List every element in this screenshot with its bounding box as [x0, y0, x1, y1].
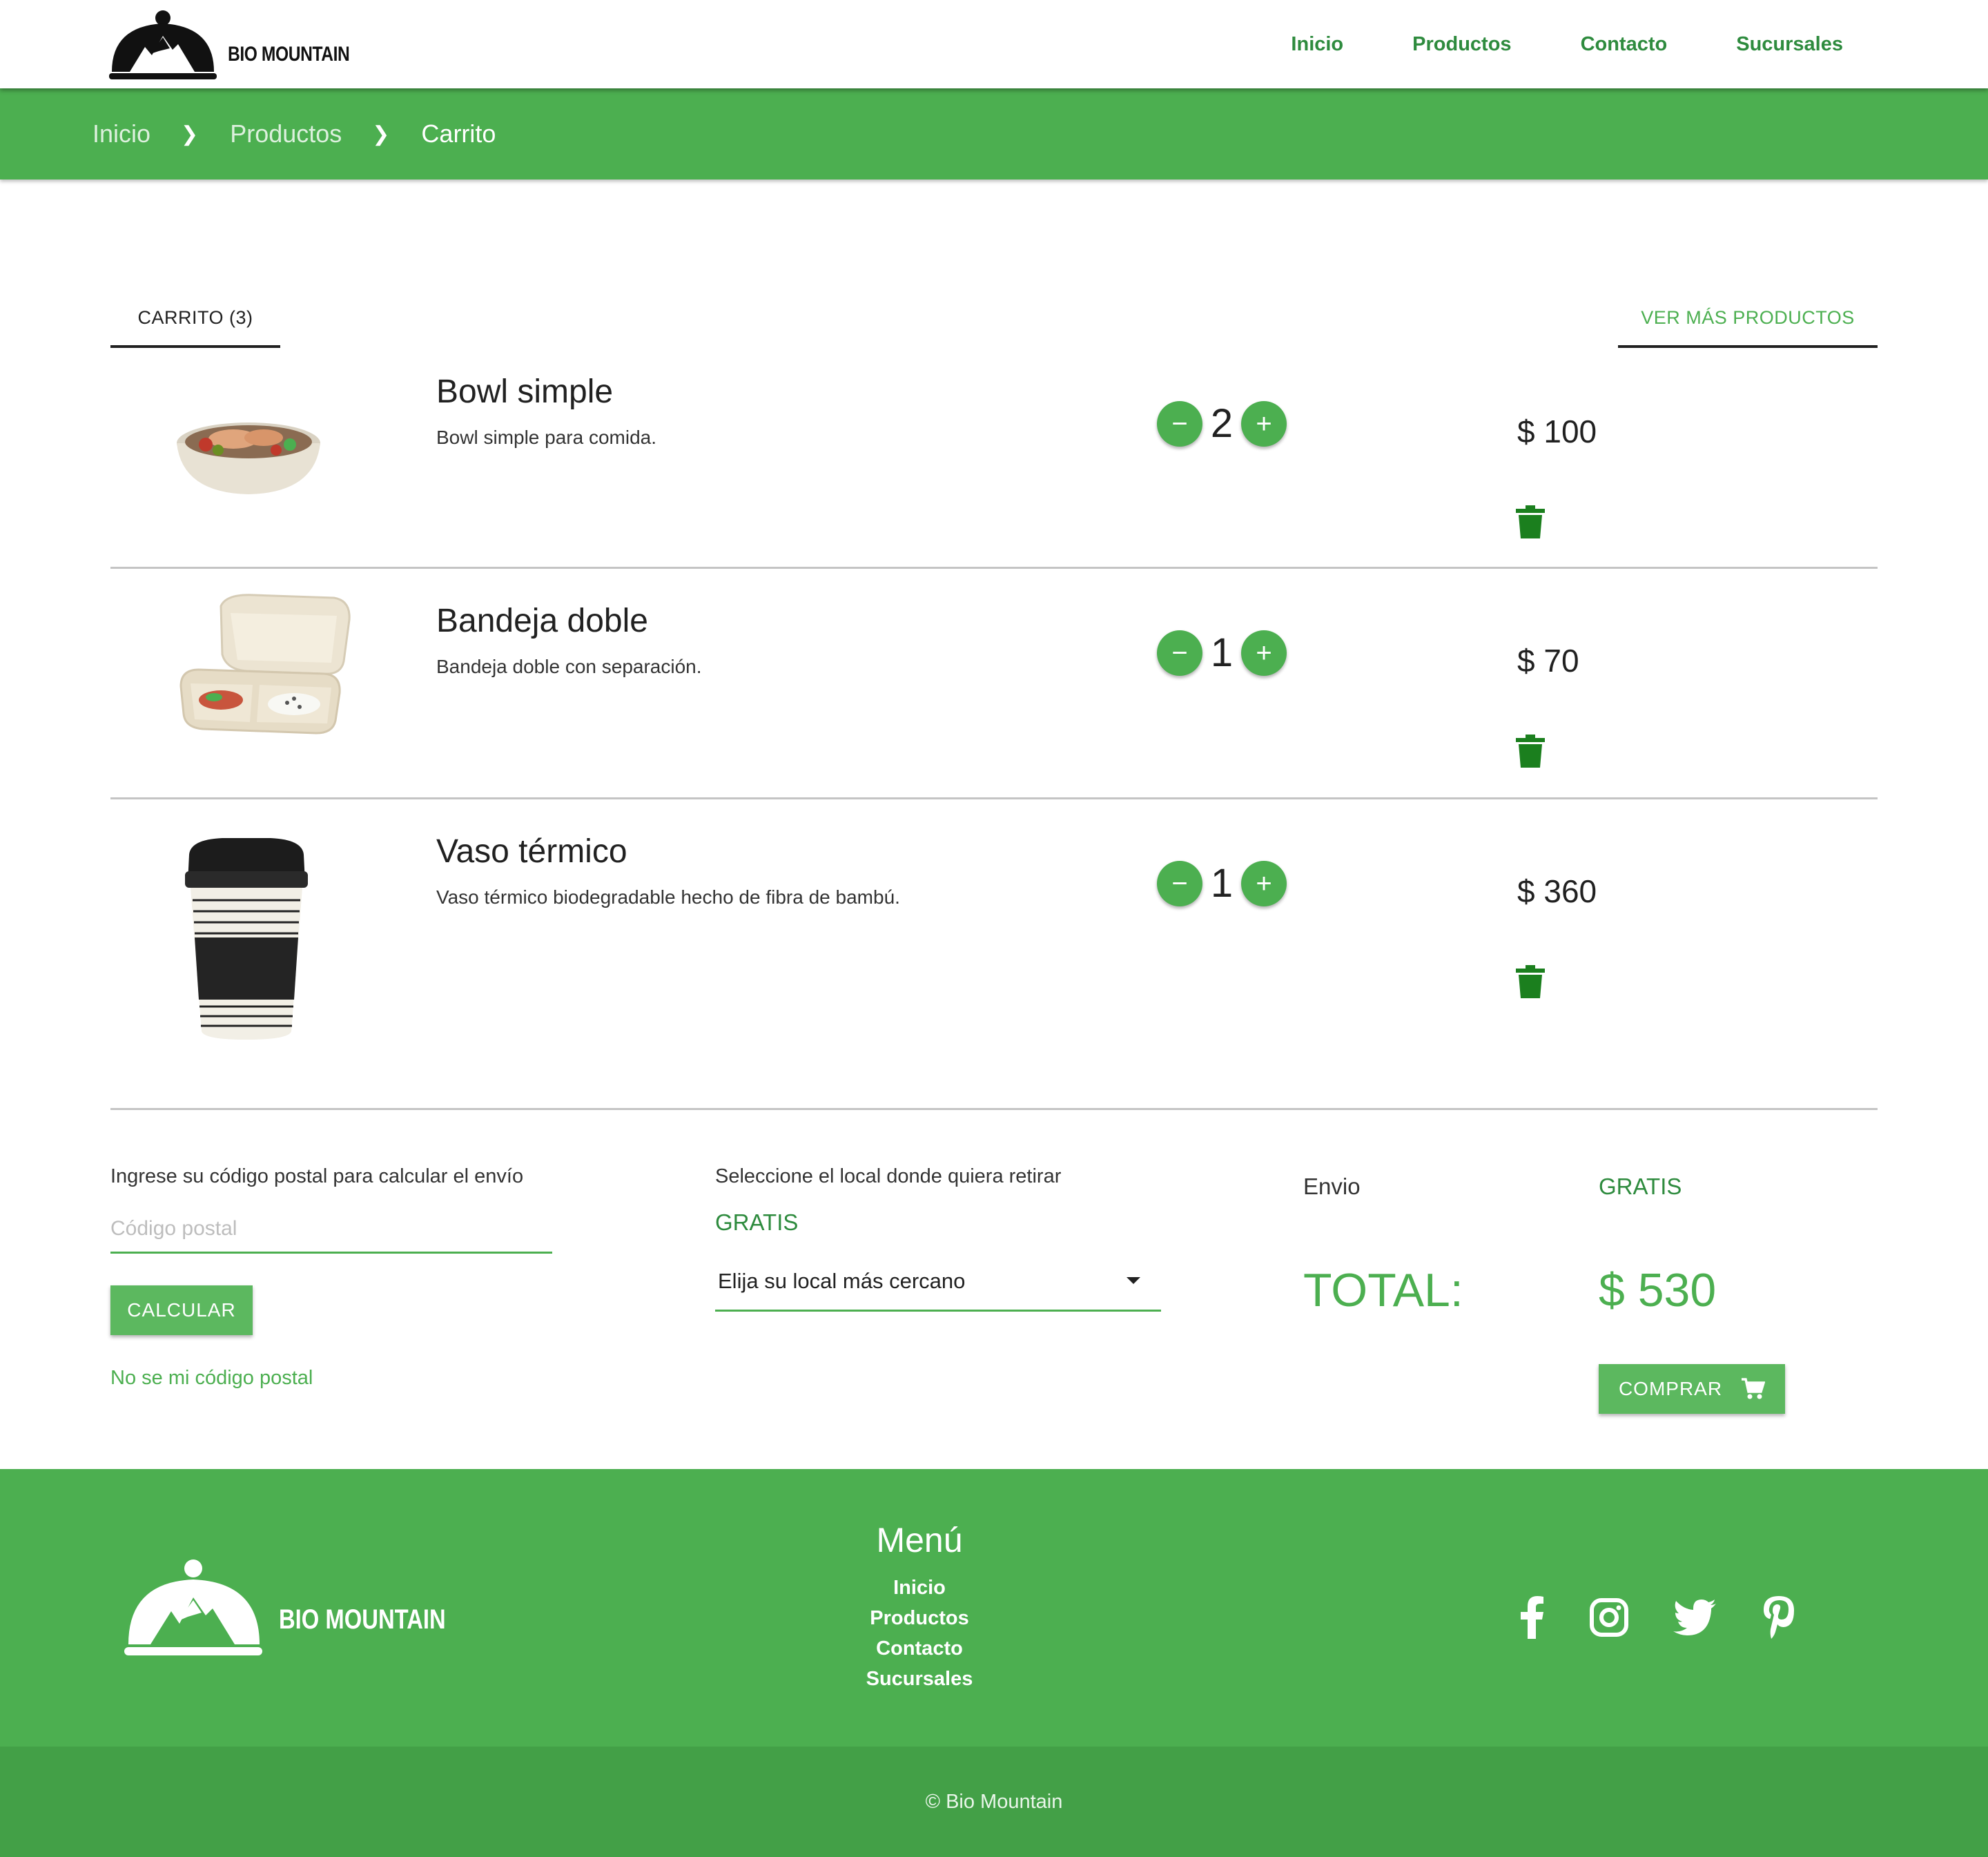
top-header: BIO MOUNTAIN Inicio Productos Contacto S…	[0, 0, 1988, 88]
footer-link-inicio[interactable]: Inicio	[850, 1573, 988, 1603]
chevron-right-icon: ❯	[181, 122, 199, 146]
pinterest-icon[interactable]	[1755, 1593, 1803, 1642]
decrease-quantity-button[interactable]: −	[1157, 400, 1202, 447]
bowl-product-image	[177, 422, 320, 494]
item-price: $ 70	[1517, 643, 1579, 679]
increase-quantity-button[interactable]: +	[1241, 400, 1287, 447]
tray-product-image	[179, 594, 351, 735]
footer-link-contacto[interactable]: Contacto	[850, 1633, 988, 1664]
shopping-cart-icon	[1742, 1378, 1766, 1399]
nav-productos[interactable]: Productos	[1412, 33, 1511, 56]
nav-sucursales[interactable]: Sucursales	[1736, 33, 1843, 56]
tab-carrito[interactable]: CARRITO (3)	[110, 290, 280, 348]
store-select-value: Elija su local más cercano	[718, 1268, 966, 1293]
item-price: $ 100	[1517, 414, 1597, 449]
total-label: TOTAL:	[1303, 1264, 1463, 1316]
decrease-quantity-button[interactable]: −	[1157, 860, 1202, 906]
brand-logo[interactable]: BIO MOUNTAIN	[109, 6, 376, 86]
store-pickup-price: GRATIS	[715, 1209, 799, 1235]
copyright-bar: © Bio Mountain	[0, 1747, 1988, 1857]
breadcrumb-inicio[interactable]: Inicio	[92, 119, 150, 148]
increase-quantity-button[interactable]: +	[1241, 860, 1287, 906]
breadcrumb-carrito: Carrito	[421, 119, 496, 148]
trash-icon[interactable]	[1516, 965, 1545, 998]
total-value: $ 530	[1599, 1264, 1717, 1316]
copyright-text: © Bio Mountain	[925, 1790, 1063, 1813]
chevron-right-icon: ❯	[372, 122, 390, 146]
item-name: Vaso térmico	[436, 833, 627, 870]
item-price: $ 360	[1517, 873, 1597, 909]
comprar-button[interactable]: COMPRAR	[1599, 1364, 1785, 1414]
item-description: Bandeja doble con separación.	[436, 656, 702, 677]
cloche-logo-icon	[109, 10, 217, 79]
trash-icon[interactable]	[1516, 505, 1545, 538]
cloche-logo-icon	[124, 1559, 262, 1655]
item-name: Bowl simple	[436, 373, 614, 410]
main-nav: Inicio Productos Contacto Sucursales	[1291, 0, 1843, 88]
comprar-label: COMPRAR	[1618, 1378, 1723, 1399]
shipping-label: Envio	[1303, 1174, 1361, 1199]
item-description: Vaso térmico biodegradable hecho de fibr…	[436, 886, 900, 908]
brand-name: BIO MOUNTAIN	[228, 43, 350, 66]
quantity-stepper: − 1 +	[1157, 630, 1287, 676]
footer-menu: Menú Inicio Productos Contacto Sucursale…	[850, 1520, 988, 1694]
nav-contacto[interactable]: Contacto	[1581, 33, 1668, 56]
footer-menu-title: Menú	[876, 1521, 963, 1559]
nav-inicio[interactable]: Inicio	[1291, 33, 1343, 56]
decrease-quantity-button[interactable]: −	[1157, 630, 1202, 676]
zip-label: Ingrese su código postal para calcular e…	[110, 1165, 524, 1187]
item-name: Bandeja doble	[436, 603, 648, 639]
calcular-button[interactable]: CALCULAR	[110, 1285, 253, 1335]
store-select[interactable]: Elija su local más cercano	[715, 1252, 1161, 1312]
footer-link-productos[interactable]: Productos	[850, 1603, 988, 1633]
cart-item: Vaso térmico Vaso térmico biodegradable …	[110, 799, 1878, 1110]
thermal-cup-product-image	[185, 838, 308, 1040]
store-label: Seleccione el local donde quiera retirar	[715, 1165, 1062, 1187]
twitter-icon[interactable]	[1670, 1593, 1719, 1642]
quantity-value: 1	[1210, 861, 1234, 906]
zip-help-link[interactable]: No se mi código postal	[110, 1367, 313, 1390]
quantity-stepper: − 1 +	[1157, 860, 1287, 906]
footer-link-sucursales[interactable]: Sucursales	[850, 1664, 988, 1694]
breadcrumb: Inicio ❯ Productos ❯ Carrito	[0, 88, 1988, 179]
trash-icon[interactable]	[1516, 735, 1545, 768]
footer-brand-logo[interactable]: BIO MOUNTAIN	[124, 1557, 483, 1661]
facebook-icon[interactable]	[1508, 1593, 1556, 1642]
cart-item: Bandeja doble Bandeja doble con separaci…	[110, 569, 1878, 799]
zip-code-input[interactable]: Código postal	[110, 1205, 552, 1254]
shipping-value: GRATIS	[1599, 1174, 1682, 1199]
tab-ver-mas-productos[interactable]: VER MÁS PRODUCTOS	[1618, 290, 1878, 348]
item-divider	[110, 1108, 1878, 1110]
item-description: Bowl simple para comida.	[436, 427, 657, 448]
breadcrumb-productos[interactable]: Productos	[230, 119, 342, 148]
quantity-value: 2	[1210, 401, 1234, 446]
footer-brand-name: BIO MOUNTAIN	[279, 1604, 446, 1635]
quantity-stepper: − 2 +	[1157, 400, 1287, 447]
cart-item: Bowl simple Bowl simple para comida. − 2…	[110, 348, 1878, 569]
footer: BIO MOUNTAIN Menú Inicio Productos Conta…	[0, 1469, 1988, 1747]
increase-quantity-button[interactable]: +	[1241, 630, 1287, 676]
dropdown-arrow-icon	[1127, 1277, 1140, 1284]
instagram-icon[interactable]	[1585, 1593, 1633, 1642]
quantity-value: 1	[1210, 630, 1234, 675]
